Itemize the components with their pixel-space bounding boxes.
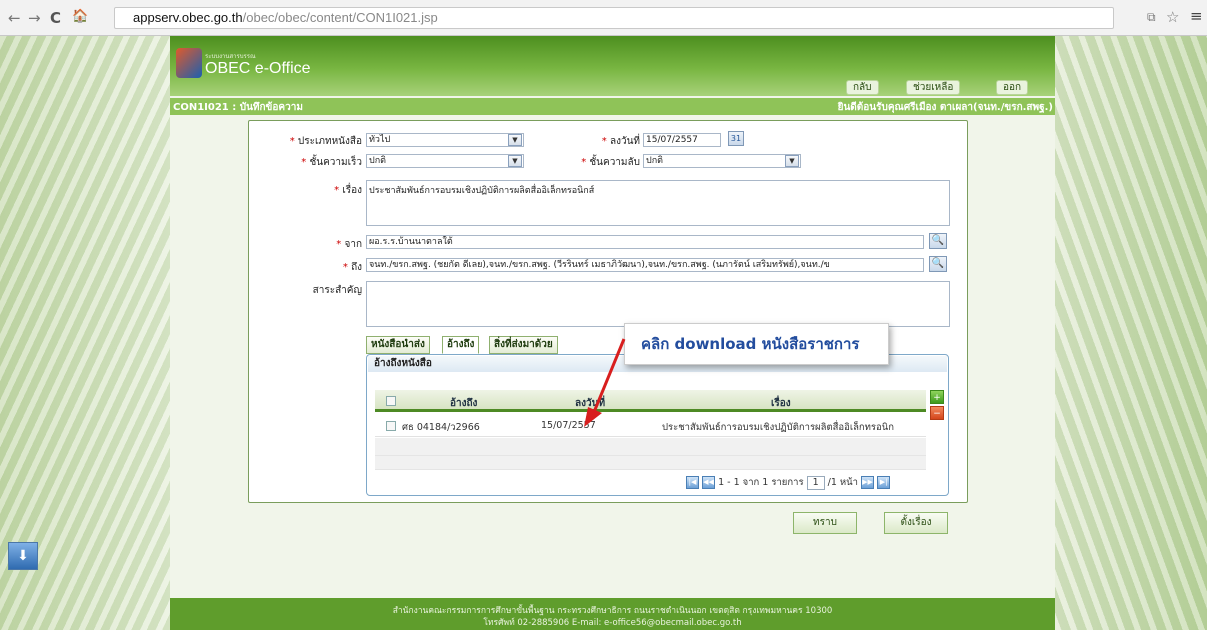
pager-text: 1 - 1 จาก 1 รายการ — [718, 477, 804, 488]
summary-label: สาระสำคัญ — [312, 285, 362, 296]
back-button[interactable]: กลับ — [846, 80, 879, 95]
back-icon[interactable]: ← — [8, 9, 21, 27]
extension-icon[interactable]: ⧉ — [1147, 10, 1156, 25]
chevron-down-icon[interactable]: ▼ — [508, 155, 522, 167]
bookmark-star-icon[interactable]: ☆ — [1166, 8, 1179, 26]
doc-type-label: * ประเภทหนังสือ — [289, 136, 362, 147]
left-background — [0, 36, 170, 630]
from-label: * จาก — [336, 239, 362, 250]
acknowledge-button[interactable]: ทราบ — [793, 512, 857, 534]
download-icon[interactable]: ⬇ — [8, 542, 38, 570]
chevron-down-icon[interactable]: ▼ — [508, 134, 522, 146]
help-button[interactable]: ช่วยเหลือ — [906, 80, 961, 95]
obec-logo-icon — [176, 48, 202, 78]
last-page-icon[interactable]: ▶| — [877, 476, 891, 489]
tab-reference[interactable]: อ้างถึง — [442, 336, 480, 354]
address-bar[interactable]: appserv.obec.go.th/obec/obec/content/CON… — [114, 7, 1114, 29]
chevron-down-icon[interactable]: ▼ — [785, 155, 799, 167]
pager: |◀ ◀◀ 1 - 1 จาก 1 รายการ 1 /1 หน้า ▶▶ ▶| — [686, 475, 891, 490]
date-input[interactable]: 15/07/2557 — [643, 133, 721, 147]
empty-row — [375, 438, 926, 456]
doc-type-select[interactable]: ทั่วไป — [366, 133, 524, 147]
forward-icon[interactable]: → — [28, 9, 41, 27]
urgency-label: * ชั้นความเร็ว — [301, 157, 362, 168]
url-host: appserv.obec.go.th — [133, 10, 243, 25]
date-label: * ลงวันที่ — [601, 136, 640, 147]
secrecy-label: * ชั้นความลับ — [581, 157, 640, 168]
tab-attachments[interactable]: สิ่งที่ส่งมาด้วย — [489, 336, 558, 354]
column-header-subject[interactable]: เรื่อง — [771, 396, 791, 411]
right-background — [1055, 36, 1207, 630]
calendar-icon[interactable]: 31 — [728, 131, 744, 146]
user-info: ยินดีต้อนรับคุณศรีเมือง ตาเผลา(จนท./ขรก.… — [837, 102, 1053, 113]
row-reference: ศธ 04184/ว2966 — [402, 422, 480, 433]
urgency-select[interactable]: ปกติ — [366, 154, 524, 168]
url-path: /obec/obec/content/CON1I021.jsp — [242, 10, 438, 25]
subject-label: * เรื่อง — [334, 185, 362, 196]
to-label: * ถึง — [342, 262, 362, 273]
empty-row — [375, 456, 926, 470]
logout-button[interactable]: ออก — [996, 80, 1029, 95]
first-page-icon[interactable]: |◀ — [686, 476, 699, 489]
app-title: OBEC e-Office — [205, 60, 311, 77]
to-input[interactable]: จนท./ขรก.สพฐ. (ชยกัต ดีเลย),จนท./ขรก.สพฐ… — [366, 258, 924, 272]
download-callout: คลิก download หนังสือราชการ — [624, 323, 889, 365]
add-icon[interactable]: + — [930, 390, 944, 404]
search-icon[interactable]: 🔍 — [929, 233, 947, 249]
create-matter-button[interactable]: ตั้งเรื่อง — [884, 512, 948, 534]
page-total: /1 หน้า — [827, 477, 858, 488]
browser-menu-icon[interactable]: ≡ — [1190, 7, 1203, 25]
page-number-input[interactable]: 1 — [806, 475, 825, 490]
home-icon[interactable]: 🏠 — [72, 9, 88, 24]
tab-cover-letter[interactable]: หนังสือนำส่ง — [366, 336, 430, 354]
next-page-icon[interactable]: ▶▶ — [861, 476, 875, 489]
row-checkbox[interactable] — [386, 421, 396, 431]
reload-icon[interactable]: C — [50, 9, 61, 27]
row-subject: ประชาสัมพันธ์การอบรมเชิงปฏิบัติการผลิตสื… — [662, 422, 894, 433]
secrecy-select[interactable]: ปกติ — [643, 154, 801, 168]
red-arrow-icon — [584, 338, 626, 427]
subject-textarea[interactable]: ประชาสัมพันธ์การอบรมเชิงปฏิบัติการผลิตสื… — [366, 180, 950, 226]
footer-contact: โทรศัพท์ 02-2885906 E-mail: e-office56@o… — [483, 618, 742, 628]
summary-textarea[interactable] — [366, 281, 950, 327]
search-icon[interactable]: 🔍 — [929, 256, 947, 272]
delete-icon[interactable]: − — [930, 406, 944, 420]
breadcrumb: CON1I021 : บันทึกข้อความ — [173, 102, 303, 113]
prev-page-icon[interactable]: ◀◀ — [702, 476, 716, 489]
from-input[interactable]: ผอ.ร.ร.บ้านนาตาลใต้ — [366, 235, 924, 249]
column-header-reference[interactable]: อ้างถึง — [450, 396, 477, 411]
select-all-checkbox[interactable] — [386, 396, 396, 406]
